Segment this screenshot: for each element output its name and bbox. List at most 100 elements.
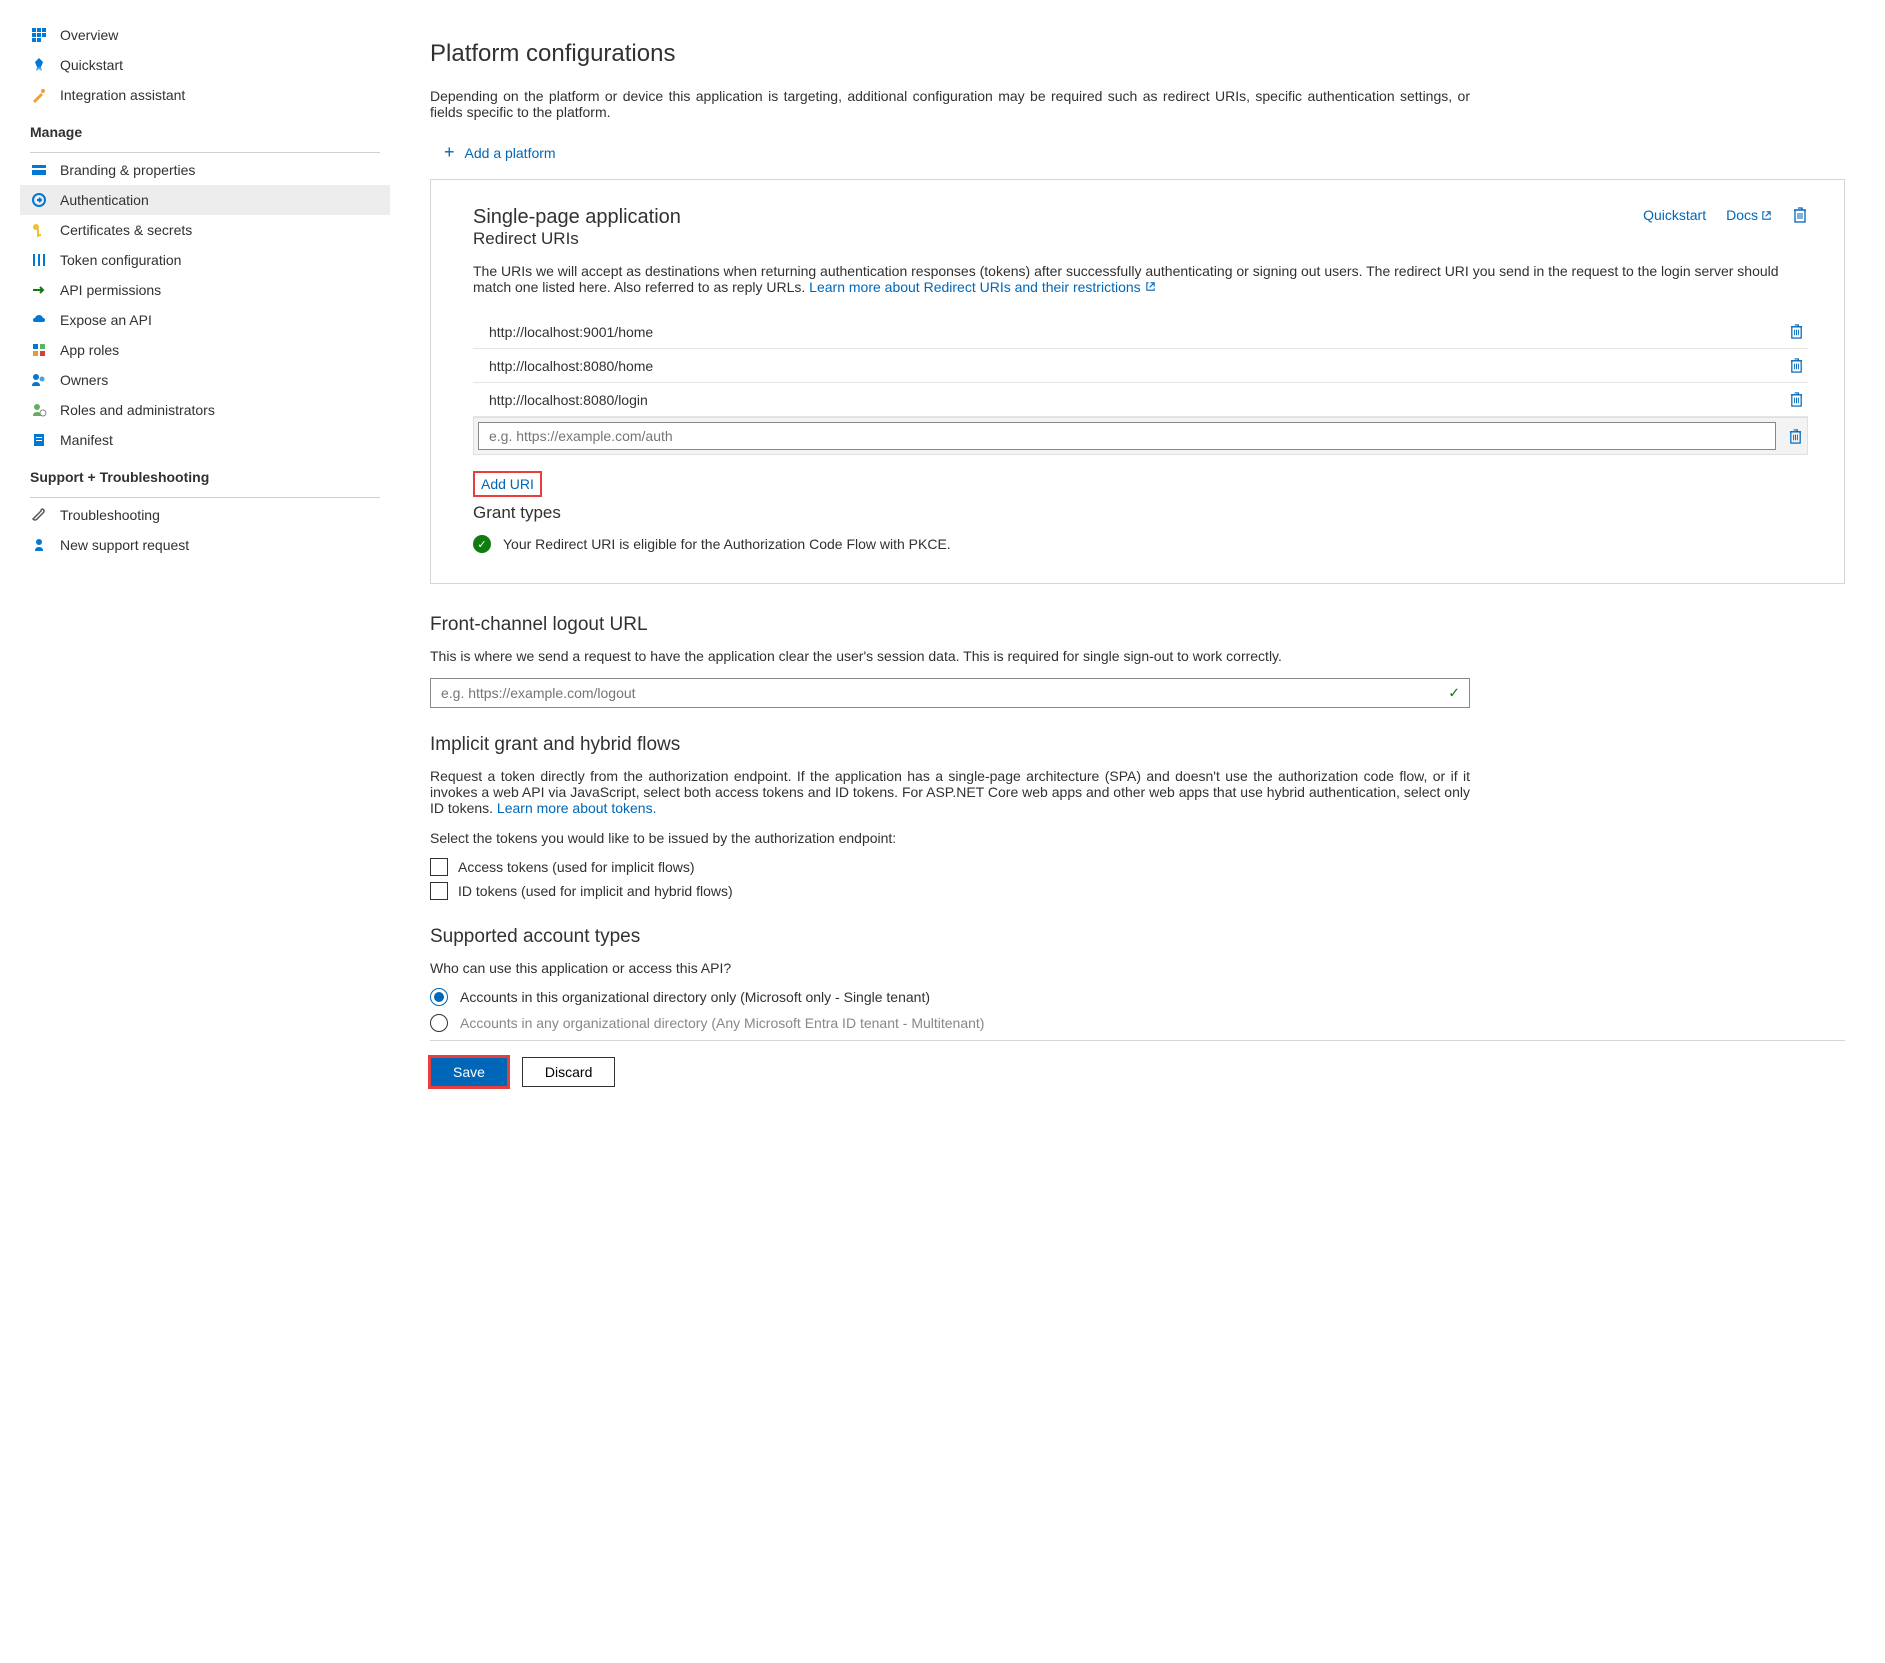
document-icon (30, 431, 48, 449)
sidebar-label: Certificates & secrets (60, 222, 192, 238)
sidebar-label: Branding & properties (60, 162, 195, 178)
uri-text: http://localhost:8080/login (489, 392, 1789, 408)
single-tenant-radio[interactable] (430, 988, 448, 1006)
sidebar-item-authentication[interactable]: Authentication (20, 185, 390, 215)
id-tokens-checkbox-row: ID tokens (used for implicit and hybrid … (430, 882, 1470, 900)
uri-input-row (473, 417, 1808, 455)
id-tokens-checkbox[interactable] (430, 882, 448, 900)
sidebar-item-expose-api[interactable]: Expose an API (20, 305, 390, 335)
sidebar-item-branding[interactable]: Branding & properties (20, 155, 390, 185)
implicit-heading: Implicit grant and hybrid flows (430, 734, 1470, 756)
docs-link[interactable]: Docs (1726, 207, 1772, 223)
support-icon (30, 536, 48, 554)
key-icon (30, 221, 48, 239)
sidebar-item-quickstart[interactable]: Quickstart (20, 50, 390, 80)
delete-uri-icon[interactable] (1788, 428, 1803, 445)
sidebar-label: Token configuration (60, 252, 181, 268)
uri-text: http://localhost:8080/home (489, 358, 1789, 374)
learn-more-tokens-link[interactable]: Learn more about tokens. (497, 800, 657, 816)
sidebar-item-troubleshooting[interactable]: Troubleshooting (20, 500, 390, 530)
single-tenant-radio-row: Accounts in this organizational director… (430, 988, 1470, 1006)
sidebar-section-support: Support + Troubleshooting (20, 455, 390, 493)
sidebar-label: Owners (60, 372, 108, 388)
external-link-icon (1145, 281, 1156, 292)
arrow-right-icon (30, 281, 48, 299)
check-circle-icon: ✓ (473, 535, 491, 553)
wrench-icon (30, 506, 48, 524)
eligible-message: ✓ Your Redirect URI is eligible for the … (473, 535, 1808, 553)
people-icon (30, 371, 48, 389)
main-content: Platform configurations Depending on the… (390, 0, 1885, 1107)
save-button[interactable]: Save (430, 1057, 508, 1087)
multi-tenant-radio-row: Accounts in any organizational directory… (430, 1014, 1470, 1032)
discard-button[interactable]: Discard (522, 1057, 615, 1087)
sidebar-item-token-config[interactable]: Token configuration (20, 245, 390, 275)
sidebar-label: Quickstart (60, 57, 123, 73)
sidebar-item-new-support[interactable]: New support request (20, 530, 390, 560)
spa-title: Single-page application (473, 206, 681, 229)
sidebar-item-manifest[interactable]: Manifest (20, 425, 390, 455)
sidebar-label: Expose an API (60, 312, 152, 328)
sidebar-label: Troubleshooting (60, 507, 160, 523)
spa-card: Single-page application Redirect URIs Qu… (430, 179, 1845, 584)
sidebar-item-roles-admins[interactable]: Roles and administrators (20, 395, 390, 425)
grid-icon (30, 26, 48, 44)
sidebar-item-overview[interactable]: Overview (20, 20, 390, 50)
sidebar-item-owners[interactable]: Owners (20, 365, 390, 395)
access-tokens-checkbox-row: Access tokens (used for implicit flows) (430, 858, 1470, 876)
sidebar-label: Integration assistant (60, 87, 185, 103)
add-uri-button[interactable]: Add URI (473, 471, 542, 497)
external-link-icon (1761, 210, 1772, 221)
delete-uri-icon[interactable] (1789, 391, 1804, 408)
sidebar-item-integration[interactable]: Integration assistant (20, 80, 390, 110)
uri-row: http://localhost:8080/home (473, 349, 1808, 383)
admin-icon (30, 401, 48, 419)
rocket-icon (30, 56, 48, 74)
learn-more-redirect-link[interactable]: Learn more about Redirect URIs and their… (809, 279, 1155, 295)
arrow-circle-icon (30, 191, 48, 209)
checkmark-icon: ✓ (1448, 685, 1460, 702)
access-tokens-checkbox[interactable] (430, 858, 448, 876)
sidebar-item-certificates[interactable]: Certificates & secrets (20, 215, 390, 245)
delete-uri-icon[interactable] (1789, 323, 1804, 340)
uri-row: http://localhost:8080/login (473, 383, 1808, 417)
card-icon (30, 161, 48, 179)
sidebar-item-app-roles[interactable]: App roles (20, 335, 390, 365)
implicit-description: Request a token directly from the author… (430, 768, 1470, 816)
logout-description: This is where we send a request to have … (430, 648, 1470, 664)
sliders-icon (30, 251, 48, 269)
sidebar-label: App roles (60, 342, 119, 358)
sidebar-label: Roles and administrators (60, 402, 215, 418)
roles-icon (30, 341, 48, 359)
delete-platform-icon[interactable] (1792, 206, 1808, 224)
sidebar-label: New support request (60, 537, 189, 553)
sidebar-label: Manifest (60, 432, 113, 448)
uri-row: http://localhost:9001/home (473, 315, 1808, 349)
uri-list: http://localhost:9001/home http://localh… (473, 315, 1808, 455)
wand-icon (30, 86, 48, 104)
select-tokens-label: Select the tokens you would like to be i… (430, 830, 1470, 846)
footer-buttons: Save Discard (430, 1040, 1845, 1087)
grant-types-heading: Grant types (473, 503, 1808, 523)
page-title: Platform configurations (430, 40, 1845, 68)
account-types-heading: Supported account types (430, 926, 1470, 948)
platform-description: Depending on the platform or device this… (430, 88, 1470, 120)
sidebar: Overview Quickstart Integration assistan… (0, 0, 390, 1107)
quickstart-link[interactable]: Quickstart (1643, 207, 1706, 223)
add-platform-label: Add a platform (465, 145, 556, 161)
uri-text: http://localhost:9001/home (489, 324, 1789, 340)
sidebar-label: Authentication (60, 192, 149, 208)
redirect-description: The URIs we will accept as destinations … (473, 263, 1808, 295)
sidebar-label: API permissions (60, 282, 161, 298)
sidebar-item-api-permissions[interactable]: API permissions (20, 275, 390, 305)
account-types-question: Who can use this application or access t… (430, 960, 1470, 976)
plus-icon: + (444, 142, 455, 163)
logout-url-input[interactable] (430, 678, 1470, 708)
sidebar-label: Overview (60, 27, 118, 43)
sidebar-section-manage: Manage (20, 110, 390, 148)
delete-uri-icon[interactable] (1789, 357, 1804, 374)
redirect-heading: Redirect URIs (473, 229, 681, 249)
multi-tenant-radio[interactable] (430, 1014, 448, 1032)
new-uri-input[interactable] (478, 422, 1776, 450)
add-platform-button[interactable]: + Add a platform (430, 134, 556, 179)
